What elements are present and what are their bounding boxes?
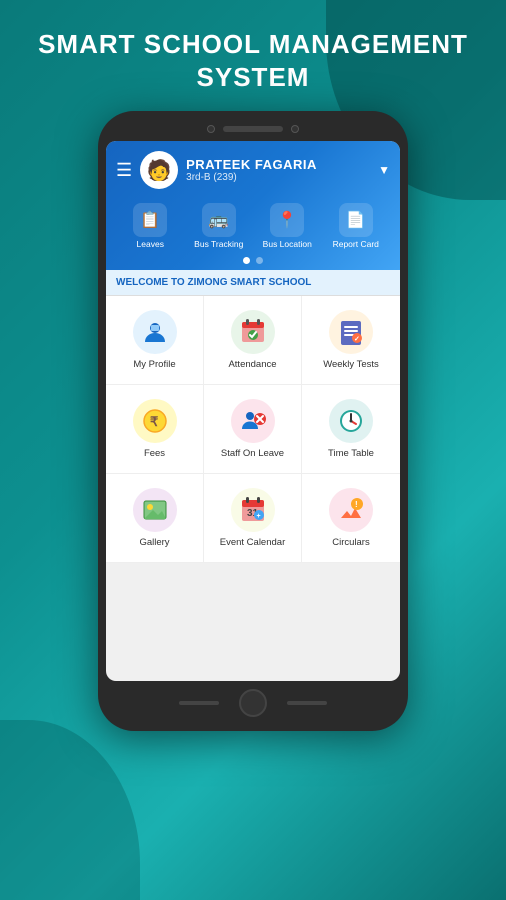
nav-item-bus-tracking[interactable]: 🚌 Bus Tracking [194, 203, 244, 249]
nav-label-bus-tracking: Bus Tracking [194, 239, 243, 249]
nav-label-bus-location: Bus Location [263, 239, 312, 249]
menu-label-gallery: Gallery [139, 537, 169, 548]
menu-label-my-profile: My Profile [133, 359, 175, 370]
dot-1[interactable] [243, 257, 250, 264]
hamburger-menu-button[interactable]: ☰ [116, 160, 132, 181]
phone-shell: ☰ 🧑 PRATEEK FAGARIA 3rd-B (239) ▼ 📋 Leav… [98, 111, 408, 731]
phone-home-button[interactable] [239, 689, 267, 717]
menu-label-event-calendar: Event Calendar [220, 537, 285, 548]
menu-item-attendance[interactable]: Attendance [204, 296, 302, 385]
phone-back-button[interactable] [179, 701, 219, 705]
menu-item-my-profile[interactable]: My Profile [106, 296, 204, 385]
phone-recent-button[interactable] [287, 701, 327, 705]
bus-location-icon: 📍 [270, 203, 304, 237]
avatar-icon: 🧑 [147, 158, 172, 183]
my-profile-icon [133, 310, 177, 354]
page-title: SMART SCHOOL MANAGEMENT SYSTEM [38, 28, 468, 93]
phone-top-bar [106, 125, 400, 133]
phone-camera-2 [291, 125, 299, 133]
user-name: PRATEEK FAGARIA [186, 157, 370, 172]
report-card-icon: 📄 [339, 203, 373, 237]
phone-speaker [223, 126, 283, 132]
svg-text:✓: ✓ [354, 336, 360, 343]
event-calendar-icon: 31 + [231, 488, 275, 532]
menu-item-event-calendar[interactable]: 31 + Event Calendar [204, 474, 302, 563]
menu-item-weekly-tests[interactable]: ✓ Weekly Tests [302, 296, 400, 385]
attendance-icon [231, 310, 275, 354]
dot-2[interactable] [256, 257, 263, 264]
nav-item-leaves[interactable]: 📋 Leaves [125, 203, 175, 249]
circulars-icon: ! [329, 488, 373, 532]
header-row: ☰ 🧑 PRATEEK FAGARIA 3rd-B (239) ▼ [116, 151, 390, 197]
menu-item-circulars[interactable]: ! Circulars [302, 474, 400, 563]
menu-label-fees: Fees [144, 448, 165, 459]
menu-item-time-table[interactable]: Time Table [302, 385, 400, 474]
user-info: PRATEEK FAGARIA 3rd-B (239) [186, 157, 370, 183]
menu-label-time-table: Time Table [328, 448, 374, 459]
welcome-banner: WELCOME TO ZIMONG SMART SCHOOL [106, 270, 400, 296]
gallery-icon [133, 488, 177, 532]
time-table-icon [329, 399, 373, 443]
dropdown-arrow-icon[interactable]: ▼ [378, 163, 390, 177]
phone-bottom-bar [106, 689, 400, 717]
avatar: 🧑 [140, 151, 178, 189]
svg-text:₹: ₹ [150, 414, 159, 429]
svg-text:!: ! [355, 500, 358, 509]
menu-label-weekly-tests: Weekly Tests [323, 359, 379, 370]
nav-label-report-card: Report Card [333, 239, 379, 249]
svg-text:+: + [256, 513, 260, 520]
menu-grid: My Profile Attendance [106, 296, 400, 563]
nav-icons-row: 📋 Leaves 🚌 Bus Tracking 📍 Bus Location 📄… [116, 197, 390, 251]
staff-on-leave-icon [231, 399, 275, 443]
fees-icon: ₹ [133, 399, 177, 443]
phone-screen: ☰ 🧑 PRATEEK FAGARIA 3rd-B (239) ▼ 📋 Leav… [106, 141, 400, 681]
carousel-dots [116, 251, 390, 270]
bus-tracking-icon: 🚌 [202, 203, 236, 237]
weekly-tests-icon: ✓ [329, 310, 373, 354]
menu-label-circulars: Circulars [332, 537, 369, 548]
menu-label-attendance: Attendance [228, 359, 276, 370]
menu-item-gallery[interactable]: Gallery [106, 474, 204, 563]
user-class: 3rd-B (239) [186, 172, 370, 183]
nav-item-report-card[interactable]: 📄 Report Card [331, 203, 381, 249]
app-header: ☰ 🧑 PRATEEK FAGARIA 3rd-B (239) ▼ 📋 Leav… [106, 141, 400, 270]
leaves-icon: 📋 [133, 203, 167, 237]
menu-label-staff-on-leave: Staff On Leave [221, 448, 284, 459]
menu-item-fees[interactable]: ₹ Fees [106, 385, 204, 474]
nav-item-bus-location[interactable]: 📍 Bus Location [262, 203, 312, 249]
nav-label-leaves: Leaves [137, 239, 164, 249]
phone-camera [207, 125, 215, 133]
menu-item-staff-on-leave[interactable]: Staff On Leave [204, 385, 302, 474]
